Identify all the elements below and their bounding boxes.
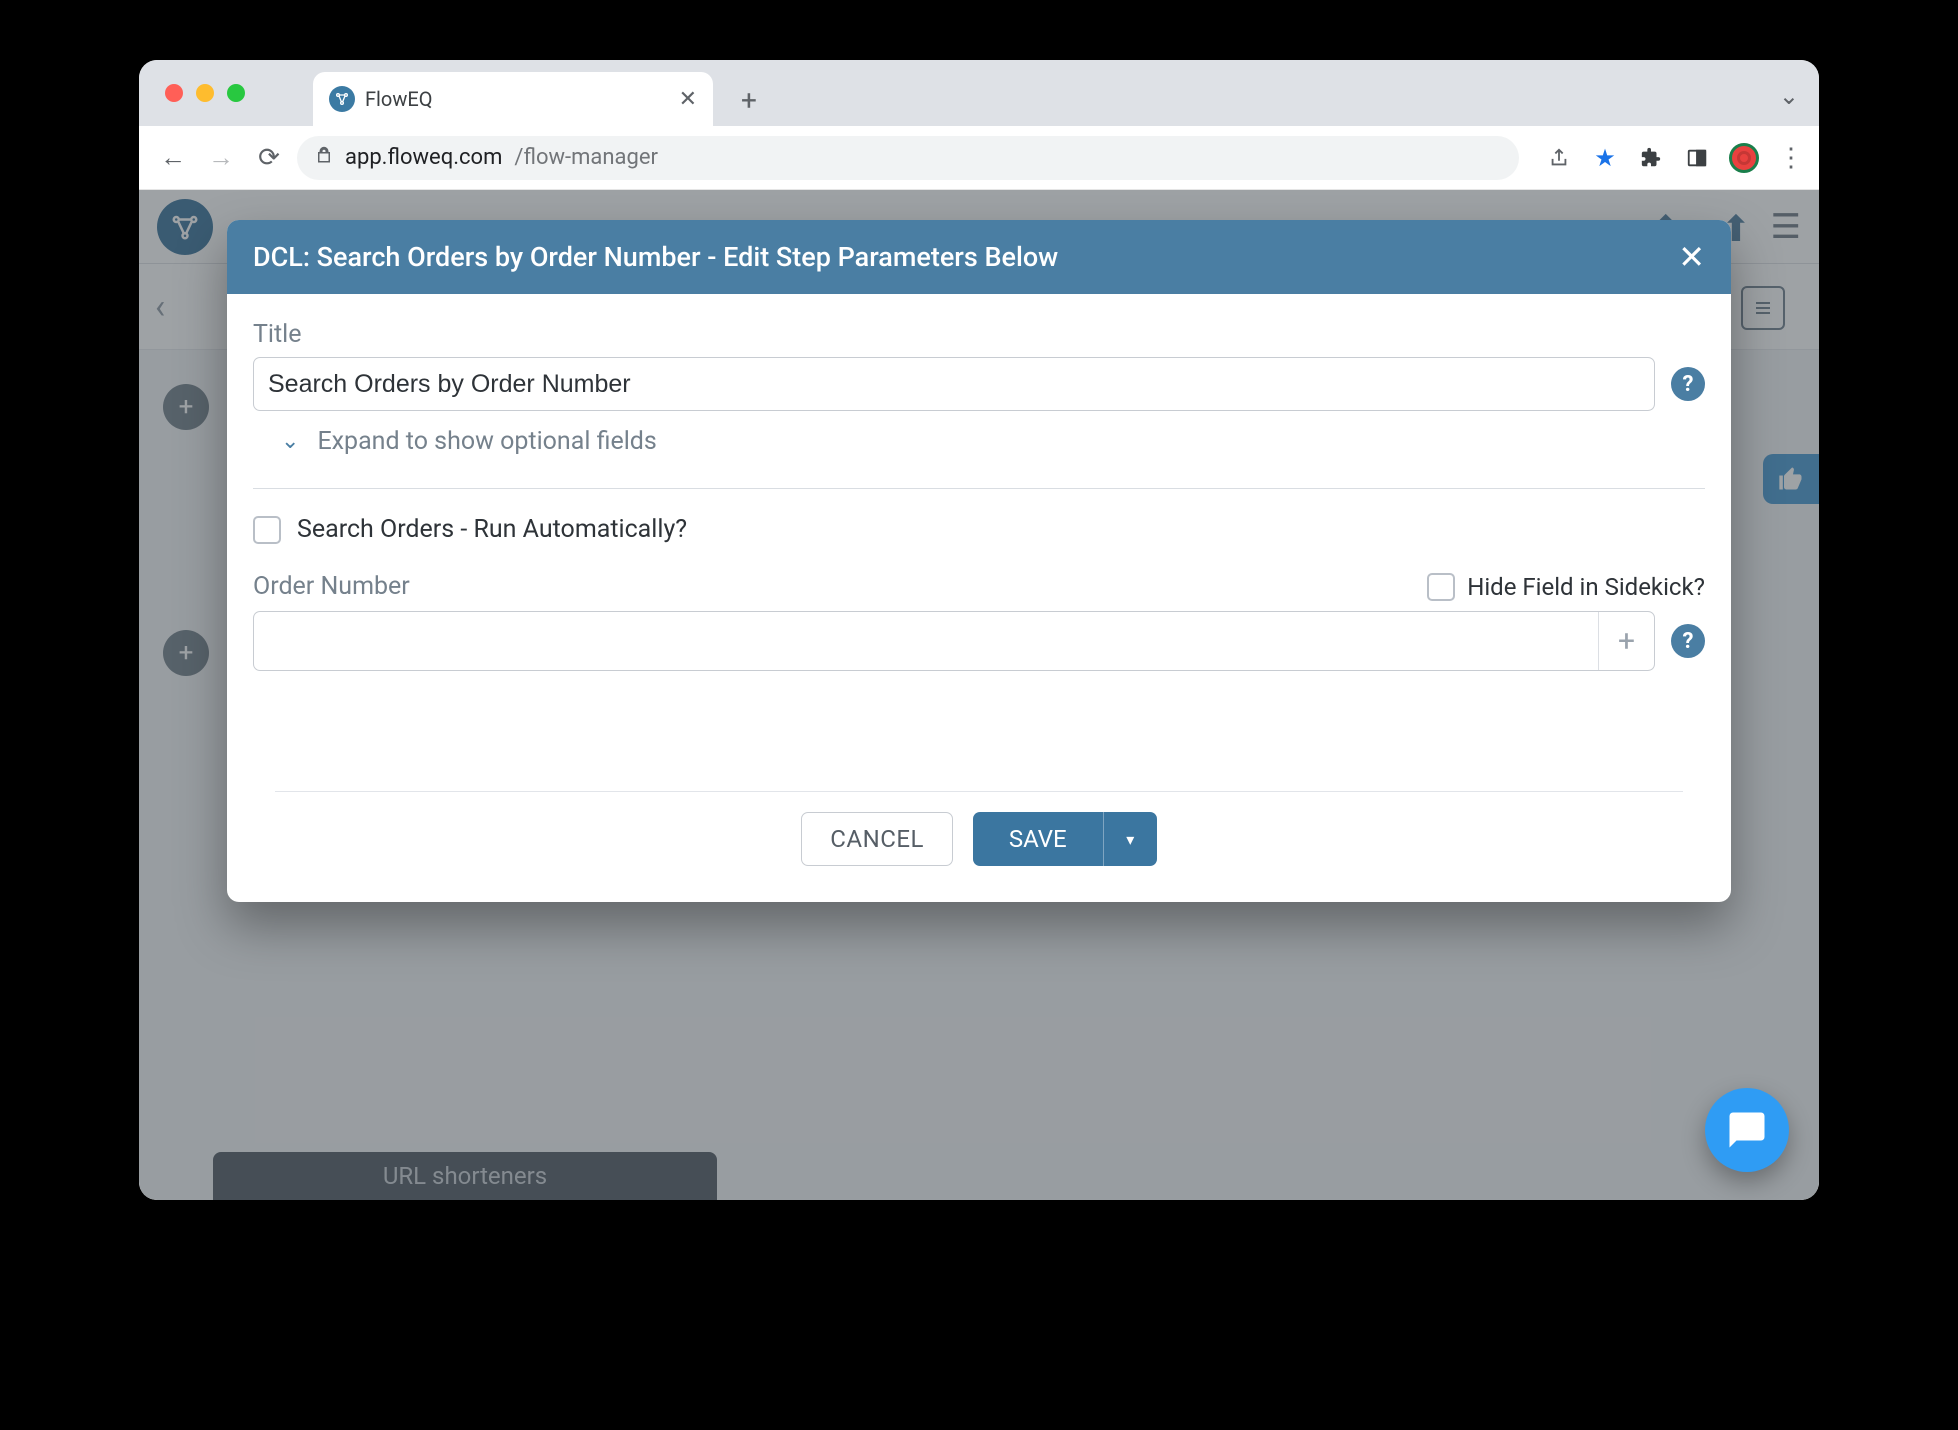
- omnibox[interactable]: app.floweq.com/flow-manager: [297, 136, 1519, 180]
- window-close-button[interactable]: [165, 84, 183, 102]
- title-field-label: Title: [253, 320, 1705, 349]
- order-number-input[interactable]: [268, 612, 1598, 670]
- tab-strip: FlowEQ ✕ + ⌄: [139, 60, 1819, 126]
- lock-icon: [315, 146, 333, 169]
- bookmark-star-icon[interactable]: ★: [1591, 144, 1619, 172]
- url-path: /flow-manager: [514, 145, 658, 170]
- nav-reload-button[interactable]: ⟳: [249, 138, 289, 178]
- save-dropdown-button[interactable]: ▾: [1103, 812, 1157, 866]
- save-button[interactable]: SAVE: [973, 812, 1103, 866]
- url-toolbar: ← → ⟳ app.floweq.com/flow-manager ★ ⋮: [139, 126, 1819, 190]
- nav-back-button[interactable]: ←: [153, 138, 193, 178]
- app-viewport: ⬆ ⬆ ☰ ‹ + + URL shorteners: [139, 190, 1819, 1200]
- url-domain: app.floweq.com: [345, 145, 502, 170]
- browser-window: FlowEQ ✕ + ⌄ ← → ⟳ app.floweq.com/flow-m…: [139, 60, 1819, 1200]
- expand-label: Expand to show optional fields: [317, 427, 656, 456]
- modal-body: Title ? ⌄ Expand to show optional fields…: [227, 294, 1731, 902]
- tab-favicon-icon: [329, 86, 355, 112]
- hide-field-checkbox[interactable]: [1427, 573, 1455, 601]
- modal-header: DCL: Search Orders by Order Number - Edi…: [227, 220, 1731, 294]
- title-help-icon[interactable]: ?: [1671, 367, 1705, 401]
- profile-avatar-icon[interactable]: [1729, 143, 1759, 173]
- edit-step-modal: DCL: Search Orders by Order Number - Edi…: [227, 220, 1731, 902]
- browser-menu-icon[interactable]: ⋮: [1777, 144, 1805, 172]
- hide-field-label: Hide Field in Sidekick?: [1467, 573, 1705, 601]
- order-number-label: Order Number: [253, 572, 410, 601]
- extensions-puzzle-icon[interactable]: [1637, 144, 1665, 172]
- order-number-help-icon[interactable]: ?: [1671, 624, 1705, 658]
- chevron-down-icon: ⌄: [281, 429, 299, 454]
- panel-icon[interactable]: [1683, 144, 1711, 172]
- expand-optional-fields-toggle[interactable]: ⌄ Expand to show optional fields: [253, 411, 1705, 478]
- tab-close-icon[interactable]: ✕: [679, 87, 697, 112]
- window-controls: [165, 84, 245, 102]
- extension-icons: ★ ⋮: [1545, 143, 1805, 173]
- title-input[interactable]: [253, 357, 1655, 411]
- new-tab-button[interactable]: +: [729, 80, 769, 120]
- modal-title: DCL: Search Orders by Order Number - Edi…: [253, 241, 1058, 273]
- browser-tab[interactable]: FlowEQ ✕: [313, 72, 713, 126]
- save-button-group: SAVE ▾: [973, 812, 1157, 866]
- modal-footer: CANCEL SAVE ▾: [275, 791, 1683, 892]
- window-maximize-button[interactable]: [227, 84, 245, 102]
- divider: [253, 488, 1705, 489]
- nav-forward-button[interactable]: →: [201, 138, 241, 178]
- cancel-button[interactable]: CANCEL: [801, 812, 953, 866]
- run-automatically-label: Search Orders - Run Automatically?: [297, 515, 687, 544]
- chat-launcher-button[interactable]: [1705, 1088, 1789, 1172]
- insert-variable-button[interactable]: +: [1598, 612, 1654, 670]
- order-number-input-wrapper: +: [253, 611, 1655, 671]
- run-automatically-checkbox[interactable]: [253, 516, 281, 544]
- tabs-dropdown-icon[interactable]: ⌄: [1779, 82, 1799, 110]
- share-icon[interactable]: [1545, 144, 1573, 172]
- window-minimize-button[interactable]: [196, 84, 214, 102]
- modal-close-icon[interactable]: ✕: [1678, 238, 1705, 276]
- tab-title: FlowEQ: [365, 87, 432, 111]
